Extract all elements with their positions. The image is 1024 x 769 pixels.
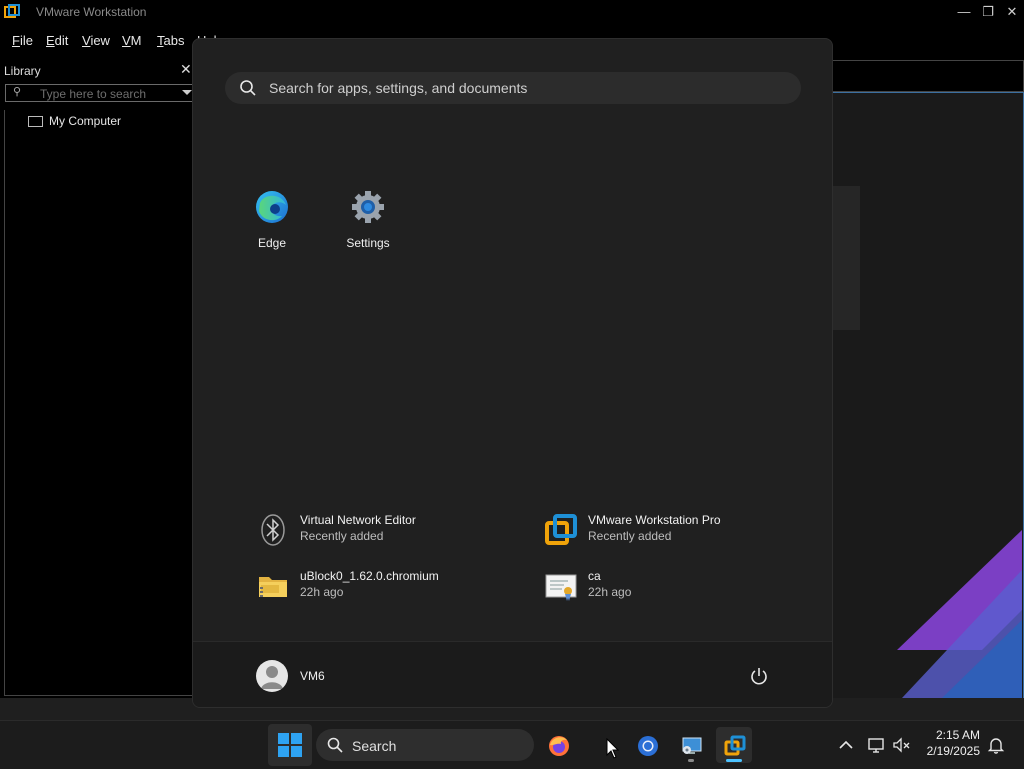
taskbar: Search 2:15 AM 2/19/2025 xyxy=(0,720,1024,769)
running-indicator xyxy=(688,759,694,762)
clock-date: 2/19/2025 xyxy=(926,744,980,758)
search-icon: ⚲ xyxy=(13,86,22,98)
user-name[interactable]: VM6 xyxy=(300,669,325,683)
recommended-item-virtual-network-editor[interactable]: Virtual Network Editor Recently added xyxy=(256,509,516,549)
recommended-item-name: VMware Workstation Pro xyxy=(588,513,721,527)
clock-time: 2:15 AM xyxy=(935,728,980,742)
recommended-item-name: ca xyxy=(588,569,601,583)
vmware-app-icon xyxy=(4,4,20,18)
pinned-app-settings[interactable]: Settings xyxy=(328,189,408,250)
volume-muted-icon[interactable] xyxy=(892,735,912,755)
firefox-icon xyxy=(549,736,569,756)
search-icon xyxy=(327,737,343,753)
library-panel: Library ✕ ⚲ Type here to search My Compu… xyxy=(0,58,196,698)
taskbar-app-vmware[interactable] xyxy=(716,727,752,763)
dropdown-arrow-icon[interactable] xyxy=(182,90,192,95)
library-tree xyxy=(4,110,196,696)
tree-item-my-computer[interactable]: My Computer xyxy=(28,114,121,128)
library-search-placeholder: Type here to search xyxy=(40,87,147,101)
taskbar-app-firefox[interactable] xyxy=(540,727,576,763)
recommended-item-sub: Recently added xyxy=(588,529,672,543)
library-title: Library xyxy=(4,64,41,78)
bell-icon[interactable] xyxy=(986,735,1006,755)
menu-edit[interactable]: Edit xyxy=(46,33,68,48)
menu-view[interactable]: View xyxy=(82,33,110,48)
restore-button[interactable]: ❐ xyxy=(976,2,1000,22)
window-title: VMware Workstation xyxy=(36,5,147,19)
taskbar-app-chrome[interactable] xyxy=(629,727,665,763)
recommended-item-sub: 22h ago xyxy=(588,585,632,599)
bluetooth-icon xyxy=(261,514,285,546)
recommended-item-name: Virtual Network Editor xyxy=(300,513,416,527)
chevron-up-icon[interactable] xyxy=(836,735,856,755)
vmware-icon xyxy=(724,735,746,756)
menu-tabs[interactable]: Tabs xyxy=(157,33,184,48)
certificate-icon xyxy=(545,574,577,601)
library-search-input[interactable]: ⚲ Type here to search xyxy=(5,84,195,102)
start-menu: Search for apps, settings, and documents… xyxy=(192,38,833,708)
user-avatar-icon[interactable] xyxy=(256,660,288,692)
pinned-app-edge[interactable]: Edge xyxy=(232,189,312,250)
recommended-item-sub: 22h ago xyxy=(300,585,344,599)
start-button[interactable] xyxy=(268,724,312,766)
zip-folder-icon xyxy=(259,577,287,597)
background-decoration xyxy=(897,530,1022,698)
control-panel-icon xyxy=(682,737,702,754)
close-button[interactable]: ✕ xyxy=(1000,2,1024,22)
menu-vm[interactable]: VM xyxy=(122,33,142,48)
vm-card-edge xyxy=(832,186,860,330)
vm-tab-area xyxy=(832,60,1024,92)
settings-gear-icon xyxy=(352,191,384,223)
title-bar: VMware Workstation — ❐ ✕ xyxy=(0,0,1024,24)
chrome-icon xyxy=(638,736,658,756)
edge-icon xyxy=(256,191,288,223)
tree-item-label: My Computer xyxy=(49,114,122,128)
library-close-button[interactable]: ✕ xyxy=(180,61,192,78)
mouse-cursor-icon xyxy=(606,738,620,759)
taskbar-clock[interactable]: 2:15 AM 2/19/2025 xyxy=(918,727,980,759)
recommended-item-name: uBlock0_1.62.0.chromium xyxy=(300,569,439,583)
recommended-item-vmware-workstation-pro[interactable]: VMware Workstation Pro Recently added xyxy=(544,509,804,549)
pinned-app-label: Edge xyxy=(257,236,287,250)
menu-file[interactable]: File xyxy=(12,33,33,48)
minimize-button[interactable]: — xyxy=(952,2,976,22)
start-menu-footer: VM6 xyxy=(193,641,832,707)
pinned-app-label: Settings xyxy=(346,236,390,250)
taskbar-app-control-panel[interactable] xyxy=(673,727,709,763)
recommended-item-ublock[interactable]: uBlock0_1.62.0.chromium 22h ago xyxy=(256,565,516,605)
recommended-item-ca[interactable]: ca 22h ago xyxy=(544,565,804,605)
recommended-item-sub: Recently added xyxy=(300,529,384,543)
taskbar-search-label: Search xyxy=(352,738,397,754)
start-search-input[interactable]: Search for apps, settings, and documents xyxy=(225,72,801,104)
power-icon[interactable] xyxy=(749,666,769,686)
vmware-icon xyxy=(545,514,577,545)
computer-icon xyxy=(28,116,43,128)
network-icon[interactable] xyxy=(866,735,886,755)
start-search-placeholder: Search for apps, settings, and documents xyxy=(269,80,528,96)
taskbar-search[interactable]: Search xyxy=(316,729,534,761)
windows-logo-icon xyxy=(278,733,302,757)
search-icon xyxy=(240,80,256,96)
active-indicator xyxy=(726,759,742,762)
